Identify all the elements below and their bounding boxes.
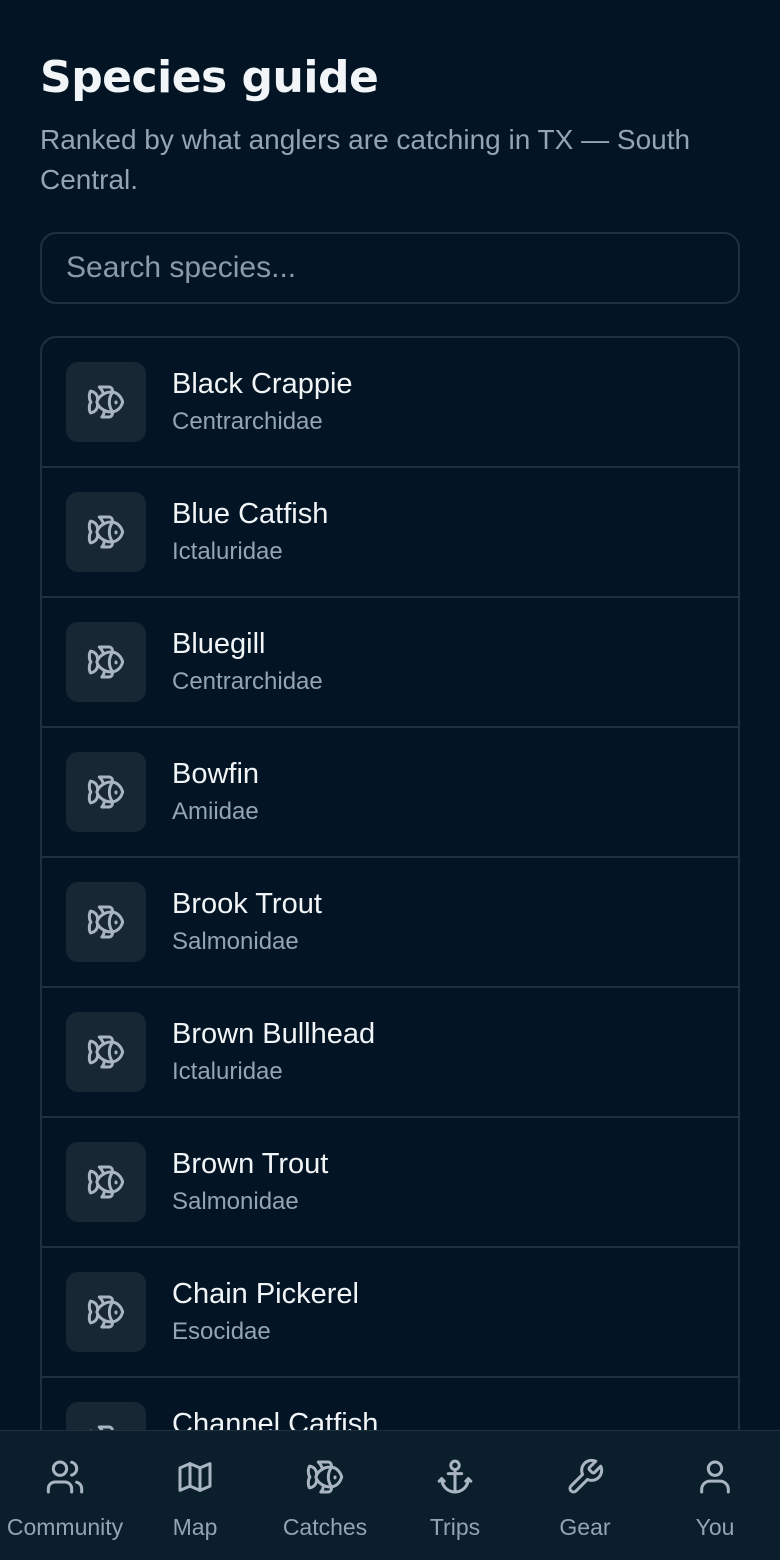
species-row[interactable]: Brook Trout Salmonidae <box>42 858 738 988</box>
fish-icon <box>305 1457 345 1502</box>
fish-icon <box>66 882 146 962</box>
species-family: Centrarchidae <box>172 408 323 435</box>
species-row[interactable]: Blue Catfish Ictaluridae <box>42 468 738 598</box>
species-row[interactable]: Black Crappie Centrarchidae <box>42 338 738 468</box>
species-row[interactable]: Chain Pickerel Esocidae <box>42 1248 738 1378</box>
wrench-icon <box>565 1457 605 1502</box>
species-row[interactable]: Brown Trout Salmonidae <box>42 1118 738 1248</box>
page-title: Species guide <box>40 52 379 103</box>
fish-icon <box>66 492 146 572</box>
nav-label: Community <box>6 1514 124 1540</box>
nav-item-you[interactable]: You <box>650 1431 780 1560</box>
species-row[interactable]: Brown Bullhead Ictaluridae <box>42 988 738 1118</box>
nav-label: Catches <box>282 1514 368 1540</box>
people-icon <box>45 1457 85 1502</box>
nav-item-trips[interactable]: Trips <box>390 1431 520 1560</box>
fish-icon <box>66 1012 146 1092</box>
fish-icon <box>66 622 146 702</box>
nav-label: Map <box>172 1514 218 1540</box>
species-family: Amiidae <box>172 798 259 825</box>
nav-label: You <box>695 1514 735 1540</box>
nav-item-catches[interactable]: Catches <box>260 1431 390 1560</box>
species-family: Salmonidae <box>172 1188 299 1215</box>
species-row[interactable]: Bowfin Amiidae <box>42 728 738 858</box>
species-family: Ictaluridae <box>172 538 283 565</box>
species-family: Salmonidae <box>172 928 299 955</box>
species-name: Bowfin <box>172 758 260 790</box>
user-icon <box>695 1457 735 1502</box>
species-family: Esocidae <box>172 1318 271 1345</box>
species-family: Centrarchidae <box>172 668 323 695</box>
page-subtitle: Ranked by what anglers are catching in T… <box>40 124 691 195</box>
species-name: Brown Trout <box>172 1148 329 1180</box>
species-name: Chain Pickerel <box>172 1278 359 1310</box>
nav-item-community[interactable]: Community <box>0 1431 130 1560</box>
species-list: Black Crappie Centrarchidae Blue Catfish… <box>40 336 740 1560</box>
map-icon <box>175 1457 215 1502</box>
species-row[interactable]: Bluegill Centrarchidae <box>42 598 738 728</box>
bottom-nav: Community Map Catches Trips Gear You <box>0 1430 780 1560</box>
species-name: Blue Catfish <box>172 498 329 530</box>
fish-icon <box>66 1142 146 1222</box>
species-family: Ictaluridae <box>172 1058 283 1085</box>
fish-icon <box>66 362 146 442</box>
nav-item-gear[interactable]: Gear <box>520 1431 650 1560</box>
nav-label: Trips <box>429 1514 481 1540</box>
nav-label: Gear <box>559 1514 611 1540</box>
search-input[interactable] <box>40 232 740 304</box>
species-name: Brook Trout <box>172 888 322 920</box>
species-name: Brown Bullhead <box>172 1018 376 1050</box>
species-name: Black Crappie <box>172 368 353 400</box>
fish-icon <box>66 752 146 832</box>
species-name: Bluegill <box>172 628 266 660</box>
anchor-icon <box>435 1457 475 1502</box>
fish-icon <box>66 1272 146 1352</box>
nav-item-map[interactable]: Map <box>130 1431 260 1560</box>
